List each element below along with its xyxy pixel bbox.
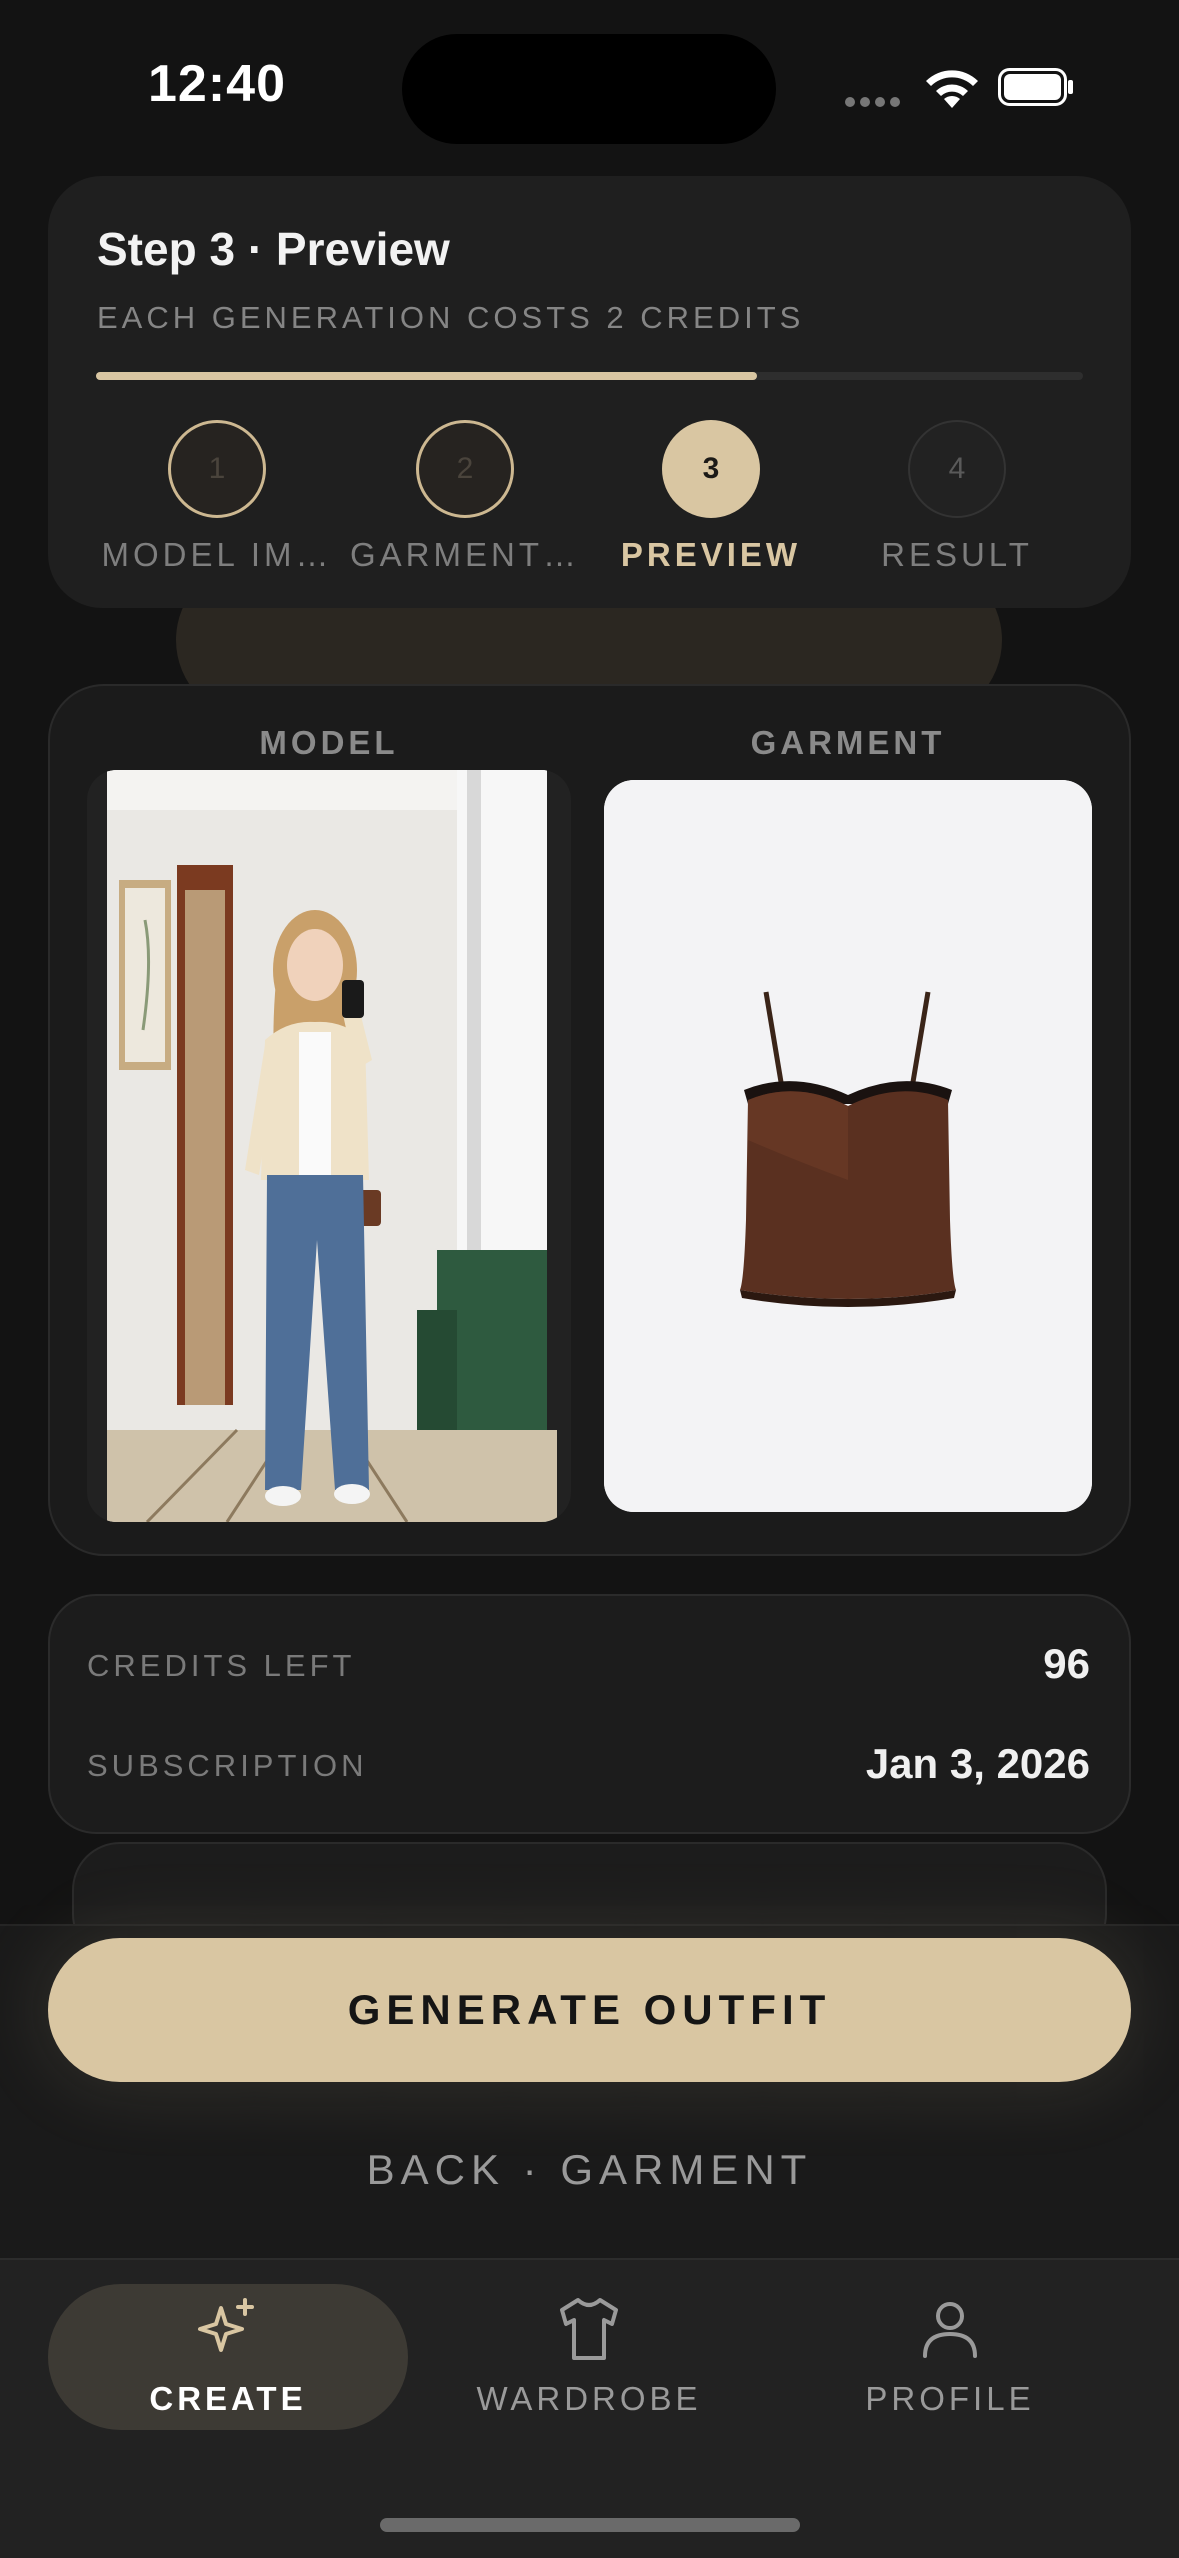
credits-left-value: 96: [1043, 1640, 1090, 1687]
step-2-label: GARMENT…: [350, 536, 580, 573]
step-3-label: PREVIEW: [620, 536, 802, 573]
credits-card: [48, 1594, 1131, 1834]
step-title: Step 3 · Preview: [97, 223, 450, 275]
model-column-label: MODEL: [259, 724, 399, 761]
step-4-circle: 4: [908, 420, 1006, 518]
step-2-circle[interactable]: 2: [416, 420, 514, 518]
subscription-label: SUBSCRIPTION: [87, 1748, 368, 1783]
home-indicator: [380, 2518, 800, 2532]
tab-create[interactable]: CREATE: [48, 2284, 408, 2430]
step-1-label: MODEL IM…: [101, 536, 333, 573]
step-3-circle[interactable]: 3: [662, 420, 760, 518]
tab-create-label: CREATE: [149, 2380, 307, 2417]
progress-fill: [96, 372, 757, 380]
credits-left-label: CREDITS LEFT: [87, 1648, 356, 1683]
step-1-circle[interactable]: 1: [168, 420, 266, 518]
sparkles-icon: [198, 2298, 254, 2352]
status-time: 12:40: [148, 55, 286, 113]
garment-column-label: GARMENT: [750, 724, 946, 761]
person-icon: [923, 2302, 977, 2358]
model-image[interactable]: [87, 770, 571, 1522]
dynamic-island: [402, 34, 776, 144]
back-garment-link[interactable]: BACK · GARMENT: [0, 2146, 1179, 2194]
step-subtitle: EACH GENERATION COSTS 2 CREDITS: [97, 300, 805, 335]
battery-icon: [998, 68, 1073, 106]
cellular-signal-icon: [845, 94, 905, 112]
wifi-icon: [926, 70, 978, 108]
subscription-value: Jan 3, 2026: [865, 1740, 1090, 1787]
garment-image[interactable]: [604, 780, 1092, 1512]
garment-photo-illustration: [604, 780, 1092, 1512]
tab-profile-label: PROFILE: [865, 2380, 1035, 2417]
step-4-label: RESULT: [881, 536, 1033, 573]
generate-outfit-button[interactable]: GENERATE OUTFIT: [48, 1938, 1131, 2082]
tab-profile[interactable]: PROFILE: [770, 2284, 1130, 2430]
tshirt-icon: [560, 2298, 618, 2360]
tab-wardrobe[interactable]: WARDROBE: [409, 2284, 769, 2430]
model-photo-illustration: [107, 770, 557, 1522]
tab-wardrobe-label: WARDROBE: [476, 2380, 702, 2417]
